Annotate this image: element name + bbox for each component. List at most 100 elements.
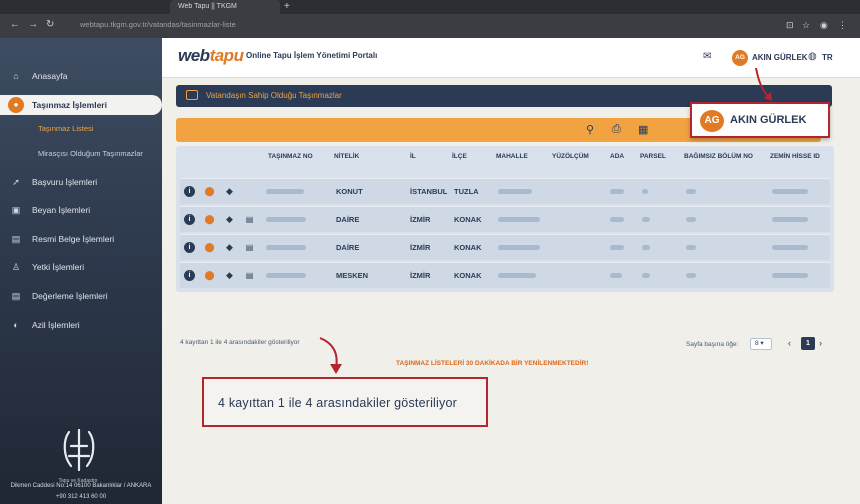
menu-kebab-icon[interactable]: ⋮ xyxy=(838,18,847,32)
info-icon[interactable]: i xyxy=(184,270,195,281)
sidebar-item-label: Taşınmaz İşlemleri xyxy=(32,100,107,110)
search-icon[interactable]: ⚲ xyxy=(586,123,594,136)
column-header[interactable]: ADA xyxy=(610,153,624,160)
redacted-value xyxy=(266,217,306,222)
reload-icon[interactable]: ↻ xyxy=(46,18,54,32)
location-pin-icon[interactable]: ⬤ xyxy=(204,242,215,253)
sidebar-item-label: Yetki İşlemleri xyxy=(32,262,85,272)
cube-icon[interactable]: ◆ xyxy=(224,186,235,197)
sidebar-item-declaration[interactable]: ▣ Beyan İşlemleri xyxy=(0,200,162,220)
new-tab-icon[interactable]: + xyxy=(284,0,290,14)
redacted-value xyxy=(642,273,650,278)
table-row[interactable]: i ⬤ ◆ KONUT İSTANBUL TUZLA xyxy=(180,178,830,204)
browser-tab-active[interactable]: Web Tapu || TKGM xyxy=(170,0,280,14)
avatar[interactable]: AG xyxy=(732,50,748,66)
sidebar-item-property[interactable]: ● Taşınmaz İşlemleri xyxy=(0,95,162,115)
translate-icon[interactable]: ⊡ xyxy=(786,18,794,32)
user-name[interactable]: AKIN GÜRLEK xyxy=(752,53,808,62)
info-icon[interactable]: i xyxy=(184,214,195,225)
column-header[interactable]: YÜZÖLÇÜM xyxy=(552,153,589,160)
column-header[interactable]: İL xyxy=(410,153,416,160)
avatar: AG xyxy=(700,110,724,132)
document-icon[interactable]: ▤ xyxy=(244,214,255,225)
column-header[interactable]: İLÇE xyxy=(452,153,467,160)
document-icon[interactable]: ▤ xyxy=(244,242,255,253)
page-current[interactable]: 1 xyxy=(801,337,815,350)
redacted-value xyxy=(686,189,696,194)
sidebar-subitem-inherited[interactable]: Mirasçısı Olduğum Taşınmazlar xyxy=(0,146,162,162)
location-pin-icon[interactable]: ⬤ xyxy=(204,186,215,197)
table-row[interactable]: i ⬤ ◆ ▤ DAİRE İZMİR KONAK xyxy=(180,234,830,260)
portal-title: Online Tapu İşlem Yönetimi Portalı xyxy=(246,51,378,60)
cube-icon[interactable]: ◆ xyxy=(224,242,235,253)
column-header[interactable]: PARSEL xyxy=(640,153,666,160)
globe-icon[interactable]: ◍ xyxy=(808,51,817,62)
sidebar-item-label: Başvuru İşlemleri xyxy=(32,177,98,187)
monitor-icon xyxy=(186,90,198,100)
zoom-callout: 4 kayıttan 1 ile 4 arasındakiler gösteri… xyxy=(202,377,488,427)
document-icon[interactable]: ▤ xyxy=(244,270,255,281)
forward-icon[interactable]: → xyxy=(28,18,38,32)
sidebar-item-dismissal[interactable]: ◐ Azil İşlemleri xyxy=(0,315,162,335)
browser-tab-inactive[interactable] xyxy=(42,0,162,14)
back-icon[interactable]: ← xyxy=(10,18,20,32)
redacted-value xyxy=(642,217,650,222)
webtapu-logo[interactable]: webtapu xyxy=(178,46,244,66)
redacted-value xyxy=(686,245,696,250)
rocket-icon: ➚ xyxy=(12,177,20,187)
profile-icon[interactable]: ◉ xyxy=(820,18,828,32)
info-icon[interactable]: i xyxy=(184,186,195,197)
cell-ilce: KONAK xyxy=(454,215,482,224)
column-header[interactable]: ZEMİN HİSSE ID xyxy=(770,153,820,160)
table-row[interactable]: i ⬤ ◆ ▤ DAİRE İZMİR KONAK xyxy=(180,206,830,232)
grid-icon[interactable]: ▦ xyxy=(638,123,648,136)
sidebar-item-application[interactable]: ➚ Başvuru İşlemleri xyxy=(0,172,162,192)
sidebar-subitem-property-list[interactable]: Taşınmaz Listesi xyxy=(0,121,162,137)
mail-icon[interactable]: ✉ xyxy=(703,51,711,62)
cell-il: İZMİR xyxy=(410,271,431,280)
bookmark-star-icon[interactable]: ☆ xyxy=(802,18,810,32)
redacted-value xyxy=(642,189,648,194)
sidebar-item-official-docs[interactable]: ▤ Resmi Belge İşlemleri xyxy=(0,229,162,249)
redacted-value xyxy=(772,189,808,194)
cube-icon[interactable]: ◆ xyxy=(224,214,235,225)
cell-il: İSTANBUL xyxy=(410,187,448,196)
per-page-select[interactable]: 8 ▾ xyxy=(750,338,772,350)
table-row[interactable]: i ⬤ ◆ ▤ MESKEN İZMİR KONAK xyxy=(180,262,830,288)
redacted-value xyxy=(610,273,622,278)
lock-icon: ▣ xyxy=(11,205,21,215)
record-count: 4 kayıttan 1 ile 4 arasındakiler gösteri… xyxy=(180,339,300,346)
print-icon[interactable]: ⎙ xyxy=(612,123,621,136)
sidebar-item-label: Resmi Belge İşlemleri xyxy=(32,234,115,244)
document-icon: ▤ xyxy=(11,291,21,301)
refresh-notice: TAŞINMAZ LİSTELERİ 30 DAKİKADA BİR YENİL… xyxy=(396,360,589,367)
location-pin-icon[interactable]: ⬤ xyxy=(204,270,215,281)
language-selector[interactable]: TR xyxy=(822,53,833,62)
sidebar-item-valuation[interactable]: ▤ Değerleme İşlemleri xyxy=(0,286,162,306)
redacted-value xyxy=(610,245,624,250)
section-title: Vatandaşın Sahip Olduğu Taşınmazlar xyxy=(206,91,342,100)
sidebar-item-authority[interactable]: ♙ Yetki İşlemleri xyxy=(0,257,162,277)
chevron-left-icon[interactable]: ‹ xyxy=(788,338,791,348)
location-pin-icon[interactable]: ⬤ xyxy=(204,214,215,225)
info-icon[interactable]: i xyxy=(184,242,195,253)
logo-main-text: web xyxy=(178,46,210,65)
redacted-value xyxy=(266,189,304,194)
cube-icon[interactable]: ◆ xyxy=(224,270,235,281)
sidebar-item-label: Azil İşlemleri xyxy=(32,320,80,330)
chevron-right-icon[interactable]: › xyxy=(819,338,822,348)
column-header[interactable]: MAHALLE xyxy=(496,153,528,160)
per-page-value: 8 xyxy=(755,340,759,347)
column-header[interactable]: NİTELİK xyxy=(334,153,359,160)
url-bar[interactable]: webtapu.tkgm.gov.tr/vatandas/tasinmazlar… xyxy=(80,18,760,32)
sidebar-item-label: Anasayfa xyxy=(32,71,68,81)
cell-il: İZMİR xyxy=(410,215,431,224)
sidebar-item-label: Değerleme İşlemleri xyxy=(32,291,108,301)
column-header[interactable]: BAĞIMSIZ BÖLÜM NO xyxy=(684,153,753,160)
document-icon: ▤ xyxy=(11,234,21,244)
column-header[interactable]: TAŞINMAZ NO xyxy=(268,153,313,160)
sidebar-item-home[interactable]: ⌂ Anasayfa xyxy=(0,66,162,86)
tkgm-logo xyxy=(63,428,95,472)
cell-ilce: KONAK xyxy=(454,271,482,280)
property-table: TAŞINMAZ NO NİTELİK İL İLÇE MAHALLE YÜZÖ… xyxy=(176,146,834,292)
